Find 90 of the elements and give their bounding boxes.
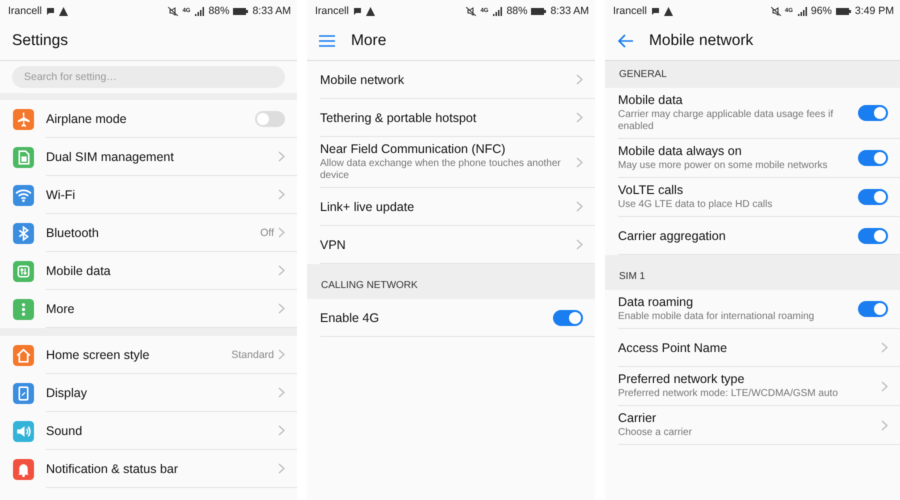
setting-label[interactable]: Carrier aggregation bbox=[618, 228, 858, 242]
setting-value: Off bbox=[260, 226, 274, 238]
screen-title: Mobile network bbox=[649, 32, 754, 50]
setting-description: Allow data exchange when the phone touches another device bbox=[320, 158, 562, 182]
search-field[interactable]: Search for setting… bbox=[12, 66, 285, 88]
setting-label[interactable]: Mobile data always on bbox=[618, 144, 858, 158]
clock-time: 8:33 AM bbox=[252, 5, 291, 17]
section-header: GENERAL bbox=[605, 61, 900, 88]
setting-label[interactable]: Link+ live update bbox=[320, 200, 576, 214]
section-header: SIM 1 bbox=[605, 263, 900, 290]
signal-icon bbox=[194, 6, 204, 16]
toggle-switch[interactable] bbox=[858, 105, 888, 121]
chevron-icon bbox=[576, 239, 583, 250]
toggle-switch[interactable] bbox=[858, 150, 888, 166]
battery-icon bbox=[233, 6, 248, 16]
setting-label[interactable]: Preferred network type bbox=[618, 372, 881, 386]
clock-time: 8:33 AM bbox=[550, 5, 589, 17]
setting-label[interactable]: Mobile data bbox=[618, 93, 858, 107]
mute-icon bbox=[770, 6, 781, 16]
setting-label[interactable]: Dual SIM management bbox=[46, 150, 278, 164]
setting-label[interactable]: Wi-Fi bbox=[46, 188, 278, 202]
setting-description: Enable mobile data for international roaming bbox=[618, 311, 816, 323]
battery-percent: 96% bbox=[810, 5, 832, 17]
chevron-icon bbox=[576, 74, 583, 85]
carrier-name: Irancell bbox=[315, 5, 349, 17]
carrier-name: Irancell bbox=[8, 5, 42, 17]
setting-description: Use 4G LTE data to place HD calls bbox=[618, 199, 774, 211]
setting-label[interactable]: Bluetooth bbox=[46, 226, 260, 240]
chat-bubble-icon bbox=[352, 6, 362, 16]
chevron-icon bbox=[278, 425, 285, 436]
chevron-icon bbox=[576, 112, 583, 123]
setting-description: Preferred network mode: LTE/WCDMA/GSM auto bbox=[618, 388, 839, 400]
setting-label[interactable]: Sound bbox=[46, 424, 278, 438]
signal-icon bbox=[492, 6, 502, 16]
chevron-icon bbox=[278, 303, 285, 314]
toggle-switch[interactable] bbox=[553, 310, 583, 326]
setting-label[interactable]: Mobile data bbox=[46, 264, 278, 278]
setting-label[interactable]: Home screen style bbox=[46, 348, 232, 362]
back-icon[interactable] bbox=[617, 34, 633, 48]
setting-description: May use more power on some mobile networks bbox=[618, 160, 829, 172]
setting-value: Standard bbox=[231, 348, 274, 360]
setting-label[interactable]: Airplane mode bbox=[46, 112, 255, 126]
setting-label[interactable]: Near Field Communication (NFC) bbox=[320, 142, 576, 156]
setting-label[interactable]: VoLTE calls bbox=[618, 183, 858, 197]
chevron-icon bbox=[278, 227, 285, 238]
battery-percent: 88% bbox=[208, 5, 230, 17]
setting-label[interactable]: Enable 4G bbox=[320, 310, 553, 324]
menu-icon[interactable] bbox=[319, 35, 335, 47]
chevron-icon bbox=[278, 349, 285, 360]
warning-icon bbox=[366, 6, 375, 16]
chevron-icon bbox=[576, 156, 583, 168]
chevron-icon bbox=[278, 463, 285, 474]
setting-label[interactable]: VPN bbox=[320, 238, 576, 252]
chat-bubble-icon bbox=[46, 6, 55, 16]
chevron-icon bbox=[881, 420, 888, 430]
chevron-icon bbox=[278, 387, 285, 398]
setting-label[interactable]: More bbox=[46, 302, 278, 316]
toggle-switch[interactable] bbox=[858, 301, 888, 317]
screen-title: More bbox=[351, 32, 386, 50]
toggle-switch[interactable] bbox=[858, 189, 888, 205]
chevron-icon bbox=[576, 201, 583, 212]
screen-title: Settings bbox=[12, 32, 68, 50]
chevron-icon bbox=[278, 189, 285, 200]
toggle-switch[interactable] bbox=[255, 110, 285, 126]
setting-description: Choose a carrier bbox=[618, 427, 693, 439]
setting-description: Carrier may charge applicable data usage fees if enabled bbox=[618, 109, 834, 133]
setting-label[interactable]: Notification & status bar bbox=[46, 462, 278, 476]
section-header: CALLING NETWORK bbox=[307, 272, 595, 299]
setting-label[interactable]: Data roaming bbox=[618, 295, 858, 309]
carrier-name: Irancell bbox=[613, 5, 647, 17]
clock-time: 3:49 PM bbox=[854, 5, 894, 17]
warning-icon bbox=[664, 6, 673, 16]
battery-icon bbox=[836, 6, 851, 16]
chevron-icon bbox=[278, 151, 285, 162]
mute-icon bbox=[466, 6, 476, 16]
setting-label[interactable]: Display bbox=[46, 386, 278, 400]
warning-icon bbox=[58, 6, 68, 16]
battery-icon bbox=[531, 6, 546, 16]
mute-icon bbox=[168, 6, 178, 16]
chevron-icon bbox=[278, 265, 285, 276]
toggle-switch[interactable] bbox=[858, 228, 888, 244]
setting-label[interactable]: Mobile network bbox=[320, 72, 576, 86]
chat-bubble-icon bbox=[650, 6, 660, 16]
signal-icon bbox=[796, 6, 807, 16]
battery-percent: 88% bbox=[506, 5, 528, 17]
chevron-icon bbox=[881, 342, 888, 353]
setting-label[interactable]: Access Point Name bbox=[618, 340, 881, 354]
setting-label[interactable]: Tethering & portable hotspot bbox=[320, 110, 576, 124]
chevron-icon bbox=[881, 380, 888, 392]
setting-label[interactable]: Carrier bbox=[618, 411, 881, 425]
